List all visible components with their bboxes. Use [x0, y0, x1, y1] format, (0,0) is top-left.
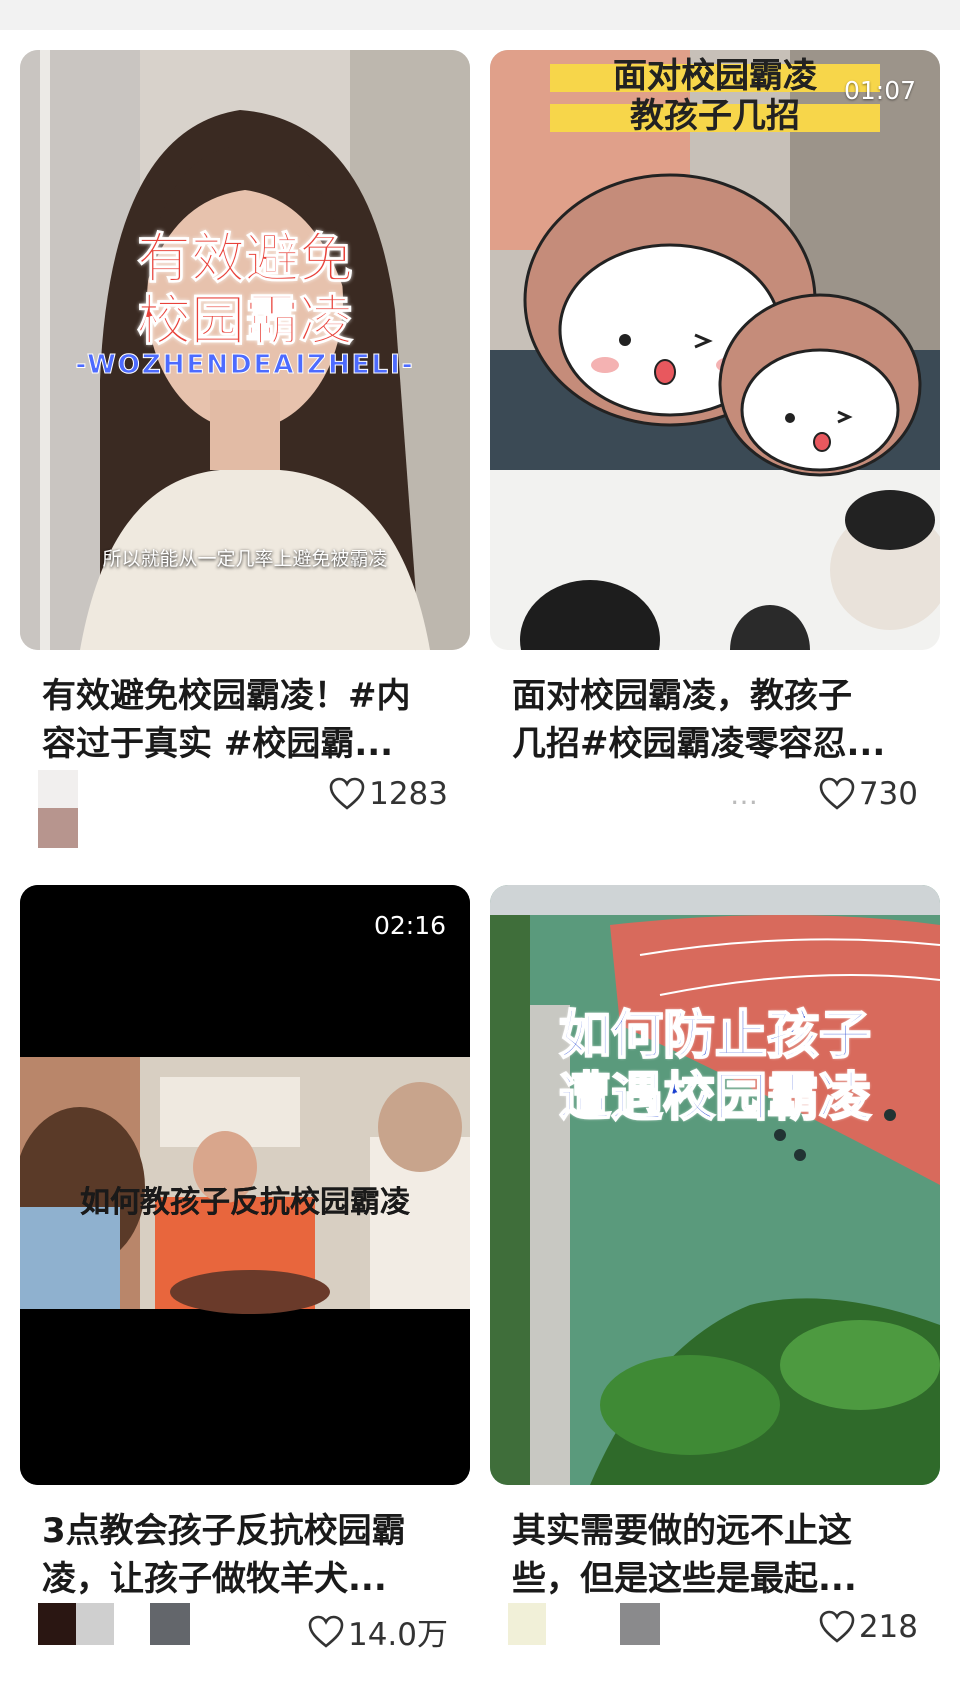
- thumbnail-image: [490, 885, 940, 1485]
- like-count: 14.0万: [347, 1617, 448, 1653]
- card-meta-row: 14.0万: [20, 1603, 470, 1663]
- video-title[interactable]: 其实需要做的远不止这 些，但是这些是最起...: [512, 1507, 922, 1603]
- heart-outline-icon: [819, 1610, 855, 1643]
- thumbnail-image: [490, 50, 940, 650]
- like-count: 730: [858, 776, 918, 812]
- video-subtitle: 所以就能从一定几率上避免被霸凌: [102, 548, 388, 570]
- video-card[interactable]: 面对校园霸凌 教孩子几招 01:07 面对校园霸凌，教孩子 几招#校园霸凌零容忍…: [490, 50, 940, 850]
- like-count: 1283: [369, 776, 448, 812]
- overlay-title: 如何防止孩子 遭遇校园霸凌: [558, 1005, 872, 1129]
- overlay-title: 有效避免 校园霸凌: [137, 227, 354, 352]
- like-counter[interactable]: 1283: [329, 776, 448, 812]
- video-title[interactable]: 面对校园霸凌，教孩子 几招#校园霸凌零容忍...: [512, 672, 922, 768]
- video-thumbnail[interactable]: 如何防止孩子 遭遇校园霸凌: [490, 885, 940, 1485]
- video-thumbnail[interactable]: 面对校园霸凌 教孩子几招 01:07: [490, 50, 940, 650]
- video-card[interactable]: 如何防止孩子 遭遇校园霸凌 其实需要做的远不止这 些，但是这些是最起... 21…: [490, 885, 940, 1695]
- heart-outline-icon: [329, 777, 365, 810]
- video-card[interactable]: 有效避免 校园霸凌 -WOZHENDEAIZHELI- 所以就能从一定几率上避免…: [20, 50, 470, 850]
- top-status-strip: [0, 0, 960, 30]
- video-duration: 01:07: [843, 76, 916, 105]
- video-thumbnail[interactable]: 有效避免 校园霸凌 -WOZHENDEAIZHELI- 所以就能从一定几率上避免…: [20, 50, 470, 650]
- card-meta-row: 218: [490, 1603, 940, 1663]
- author-avatar[interactable]: [508, 1603, 668, 1645]
- video-duration: 02:16: [373, 911, 446, 940]
- overlay-watermark: -WOZHENDEAIZHELI-: [75, 350, 415, 381]
- overlay-caption: 如何教孩子反抗校园霸凌: [80, 1185, 410, 1220]
- heart-outline-icon: [308, 1615, 344, 1648]
- author-name[interactable]: …: [730, 778, 758, 811]
- card-meta-row: 1283: [20, 770, 470, 848]
- video-title[interactable]: 有效避免校园霸凌！#内 容过于真实 #校园霸...: [42, 672, 452, 768]
- like-count: 218: [858, 1609, 918, 1645]
- like-counter[interactable]: 730: [819, 776, 918, 812]
- like-counter[interactable]: 218: [819, 1609, 918, 1645]
- card-meta-row: … 730: [490, 770, 940, 830]
- heart-outline-icon: [819, 777, 855, 810]
- overlay-title: 面对校园霸凌 教孩子几招: [550, 56, 880, 136]
- video-card[interactable]: 如何教孩子反抗校园霸凌 02:16 3点教会孩子反抗校园霸 凌，让孩子做牧羊犬.…: [20, 885, 470, 1695]
- author-avatar[interactable]: [38, 770, 78, 848]
- author-avatar[interactable]: [38, 1603, 198, 1645]
- video-title[interactable]: 3点教会孩子反抗校园霸 凌，让孩子做牧羊犬...: [42, 1507, 452, 1603]
- like-counter[interactable]: 14.0万: [308, 1609, 448, 1654]
- video-thumbnail[interactable]: 如何教孩子反抗校园霸凌 02:16: [20, 885, 470, 1485]
